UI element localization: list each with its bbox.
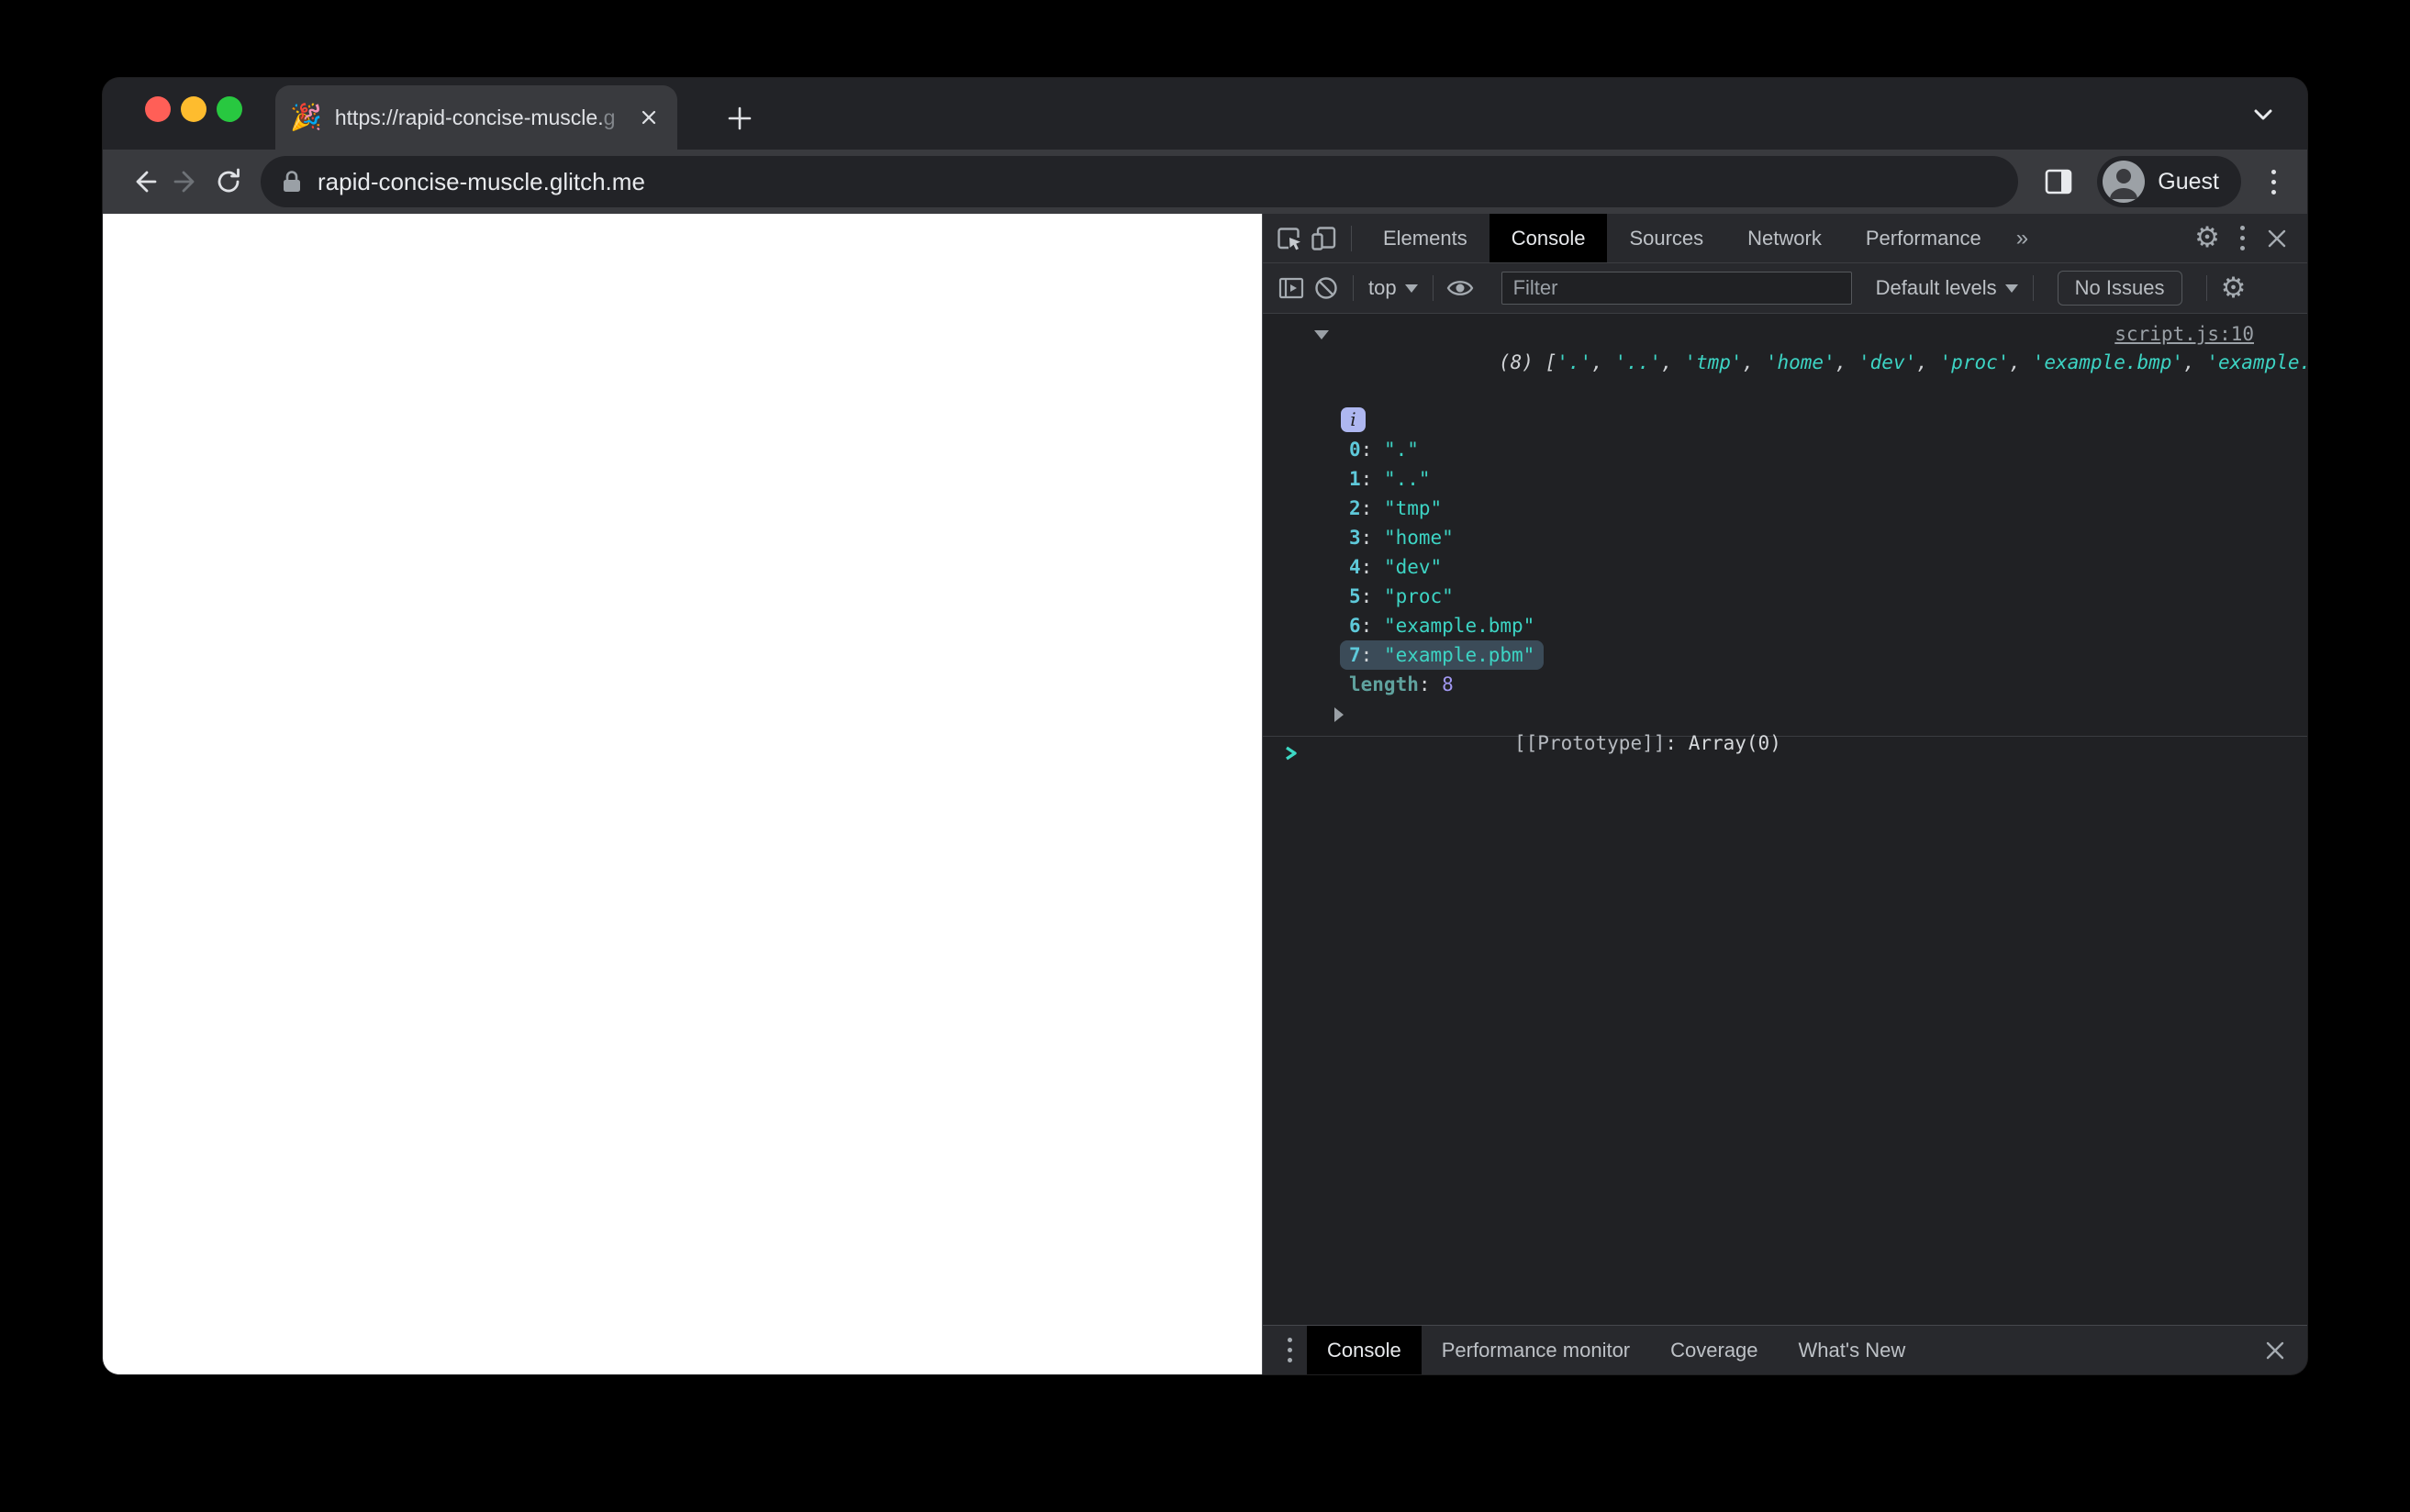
- browser-window: 🎉 https://rapid-concise-muscle.g rapid-c…: [103, 78, 2307, 1374]
- array-item-1[interactable]: 1: "..": [1336, 464, 2254, 494]
- console-message: script.js:10 (8) ['.', '..', 'tmp', 'hom…: [1263, 314, 2307, 754]
- divider: [2032, 275, 2034, 301]
- log-levels-selector[interactable]: Default levels: [1870, 276, 2024, 300]
- chevron-down-icon: [2004, 284, 2018, 293]
- array-item-4[interactable]: 4: "dev": [1336, 552, 2254, 582]
- close-window-button[interactable]: [145, 96, 171, 122]
- array-item-6[interactable]: 6: "example.bmp": [1336, 611, 2254, 640]
- chevron-down-icon: [1404, 284, 1418, 293]
- info-badge-line: i: [1336, 404, 2254, 435]
- context-selector[interactable]: top: [1363, 276, 1423, 300]
- forward-button[interactable]: [165, 161, 207, 203]
- console-empty-space[interactable]: [1263, 770, 2307, 1325]
- tab-favicon-icon: 🎉: [290, 103, 322, 131]
- console-filter-bar: top Default levels: [1263, 263, 2307, 314]
- divider: [1353, 275, 1354, 301]
- tab-elements[interactable]: Elements: [1361, 214, 1490, 262]
- console-sidebar-toggle-icon[interactable]: [1274, 271, 1309, 306]
- drawer-tab-whats-new[interactable]: What's New: [1779, 1326, 1926, 1374]
- divider: [2205, 275, 2207, 301]
- console-messages: script.js:10 (8) ['.', '..', 'tmp', 'hom…: [1263, 314, 2307, 1325]
- clear-console-icon[interactable]: [1309, 271, 1344, 306]
- array-item-0[interactable]: 0: ".": [1336, 435, 2254, 464]
- reload-button[interactable]: [207, 161, 250, 203]
- console-filter-input[interactable]: [1501, 272, 1852, 305]
- drawer-close-icon[interactable]: [2258, 1333, 2293, 1368]
- drawer-tab-coverage[interactable]: Coverage: [1650, 1326, 1778, 1374]
- console-settings-icon[interactable]: ⚙: [2216, 271, 2251, 306]
- divider: [1432, 275, 1434, 301]
- new-tab-button[interactable]: [720, 98, 760, 139]
- back-button[interactable]: [123, 161, 165, 203]
- devtools-settings-icon[interactable]: ⚙: [2190, 221, 2225, 256]
- avatar-icon: [2103, 161, 2146, 203]
- tab-network[interactable]: Network: [1725, 214, 1844, 262]
- lock-icon: [284, 171, 300, 192]
- screen: 🎉 https://rapid-concise-muscle.g rapid-c…: [0, 0, 2410, 1512]
- info-icon: i: [1341, 406, 1366, 432]
- devtools-close-icon[interactable]: [2259, 221, 2294, 256]
- drawer-tab-performance-monitor[interactable]: Performance monitor: [1422, 1326, 1650, 1374]
- profile-button[interactable]: Guest: [2097, 156, 2241, 207]
- address-bar[interactable]: rapid-concise-muscle.glitch.me: [261, 156, 2019, 207]
- divider: [1351, 225, 1352, 251]
- tab-title: https://rapid-concise-muscle.g: [334, 105, 616, 129]
- drawer-tab-console[interactable]: Console: [1307, 1326, 1422, 1374]
- devtools-toolbar: Elements Console Sources Network Perform…: [1263, 214, 2307, 263]
- devtools-menu-icon[interactable]: [2225, 221, 2259, 256]
- array-item-3[interactable]: 3: "home": [1336, 523, 2254, 552]
- zoom-window-button[interactable]: [217, 96, 242, 122]
- content-area: Elements Console Sources Network Perform…: [103, 214, 2307, 1374]
- tab-performance[interactable]: Performance: [1844, 214, 2003, 262]
- devtools-panel: Elements Console Sources Network Perform…: [1262, 214, 2307, 1374]
- prompt-chevron-icon: [1286, 746, 1297, 761]
- array-item-7-highlighted[interactable]: 7: "example.pbm": [1336, 640, 2254, 670]
- array-preview-line[interactable]: (8) ['.', '..', 'tmp', 'home', 'dev', 'p…: [1314, 321, 2307, 404]
- inspect-element-icon[interactable]: [1272, 221, 1307, 256]
- side-panel-icon[interactable]: [2038, 161, 2079, 202]
- drawer-menu-icon[interactable]: [1272, 1333, 1307, 1368]
- browser-menu-icon[interactable]: [2259, 161, 2287, 202]
- expand-triangle-icon[interactable]: [1334, 707, 1344, 722]
- array-length-row: length: 8: [1349, 673, 1454, 695]
- prototype-row[interactable]: [[Prototype]]: Array(0): [1334, 699, 2254, 754]
- browser-tab[interactable]: 🎉 https://rapid-concise-muscle.g: [275, 85, 677, 150]
- tab-console[interactable]: Console: [1489, 214, 1608, 262]
- live-expression-eye-icon[interactable]: [1443, 271, 1478, 306]
- window-controls: [145, 96, 242, 122]
- page-viewport[interactable]: [103, 214, 1262, 1374]
- tab-strip: 🎉 https://rapid-concise-muscle.g: [103, 78, 2307, 150]
- array-item-5[interactable]: 5: "proc": [1336, 582, 2254, 611]
- more-tabs-chevron[interactable]: »: [2003, 226, 2041, 251]
- tab-sources[interactable]: Sources: [1607, 214, 1725, 262]
- tab-search-chevron-icon[interactable]: [2247, 98, 2280, 131]
- array-item-2[interactable]: 2: "tmp": [1336, 494, 2254, 523]
- collapse-triangle-icon[interactable]: [1314, 330, 1329, 339]
- device-toolbar-icon[interactable]: [1307, 221, 1342, 256]
- url-text: rapid-concise-muscle.glitch.me: [318, 167, 645, 195]
- devtools-drawer: Console Performance monitor Coverage Wha…: [1263, 1325, 2307, 1374]
- browser-toolbar: rapid-concise-muscle.glitch.me Guest: [103, 150, 2307, 214]
- tab-close-icon[interactable]: [635, 104, 663, 131]
- profile-name: Guest: [2158, 168, 2219, 195]
- minimize-window-button[interactable]: [181, 96, 206, 122]
- no-issues-button[interactable]: No Issues: [2057, 271, 2182, 306]
